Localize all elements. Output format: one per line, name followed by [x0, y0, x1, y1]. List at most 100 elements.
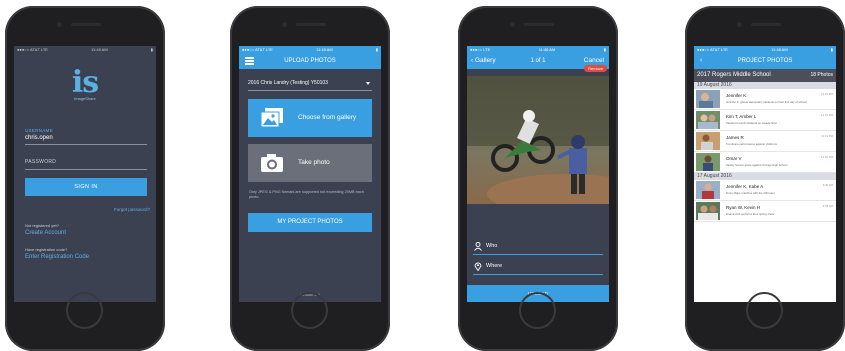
home-button[interactable] — [746, 292, 783, 329]
menu-icon[interactable] — [245, 57, 254, 65]
camera-dot — [737, 22, 742, 27]
photo-description: Student Council students on parade float — [726, 121, 777, 125]
take-photo-label: Take photo — [298, 159, 330, 166]
time-text: 11:48 AM — [771, 47, 788, 52]
back-to-gallery-button[interactable]: ‹ Gallery — [471, 53, 496, 69]
phone-login: ●●●○○ AT&T LTE 11:45 AM ▮ is ImageShare … — [5, 6, 165, 351]
list-item[interactable]: Kim T, Amber L Student Council students … — [694, 110, 836, 131]
who-label: Who — [486, 243, 498, 249]
list-item[interactable]: Jennifer K, Kabe A Drum Major marches wi… — [694, 180, 836, 201]
gallery-screen: ●●●○○ LTE 11:46 AM ▮ ‹ Gallery 1 of 1 Ca… — [467, 46, 609, 302]
home-button[interactable] — [66, 292, 103, 329]
take-photo-button[interactable]: Take photo — [248, 144, 372, 182]
time-text: 11:45 AM — [91, 47, 108, 52]
date-header: 17 August 2016 — [694, 173, 836, 180]
remove-button[interactable]: Remove — [584, 65, 607, 72]
photo-thumbnail — [696, 132, 720, 150]
carrier-text: ●●●○○ LTE — [470, 47, 491, 52]
gallery-icon — [260, 108, 283, 128]
battery-icon: ▮ — [830, 47, 833, 52]
photo-time: 12:01 PM — [821, 113, 833, 117]
photo-thumbnail — [696, 181, 720, 199]
camera-icon — [261, 154, 283, 172]
create-account-link[interactable]: Create Account — [25, 230, 66, 236]
list-item[interactable]: Omar V Varsity Soccer game against Orang… — [694, 152, 836, 173]
home-button[interactable] — [291, 292, 328, 329]
photo-thumbnail — [696, 153, 720, 171]
format-note: Only JPEG & PNG formats are supported no… — [249, 190, 364, 199]
upload-screen: ●●●○○ AT&T LTE 11:45 AM ▮ UPLOAD PHOTOS … — [239, 46, 381, 302]
home-button[interactable] — [519, 292, 556, 329]
status-bar: ●●●○○ AT&T LTE 11:48 AM ▮ — [694, 46, 836, 53]
project-select-value: 2016 Chris Landry (Testing) Y50103 — [248, 80, 328, 86]
photo-name: Kim T, Amber L — [726, 114, 757, 119]
back-label: Gallery — [474, 57, 496, 64]
username-underline — [25, 144, 147, 145]
photo-description: Drama club performs their spring show — [726, 212, 775, 216]
list-item[interactable]: James R Trombone performance against Uni… — [694, 131, 836, 152]
carrier-text: ●●●○○ AT&T LTE — [17, 47, 48, 52]
chevron-down-icon — [366, 82, 370, 85]
my-project-photos-button[interactable]: MY PROJECT PHOTOS — [248, 213, 372, 232]
have-code-text: Have registration code? — [25, 247, 68, 252]
password-field[interactable]: PASSWORD — [25, 159, 56, 165]
speaker-grille — [296, 23, 326, 26]
phone-project-photos: ●●●○○ AT&T LTE 11:48 AM ▮ ‹ PROJECT PHOT… — [685, 6, 845, 351]
selected-photo — [467, 76, 609, 204]
photo-name: Ryan W, Kevin H — [726, 205, 761, 210]
header-bar: UPLOAD PHOTOS — [239, 53, 381, 69]
school-header: 2017 Rogers Middle School 18 Photos — [694, 69, 836, 82]
photo-name: Omar V — [726, 156, 742, 161]
status-bar: ●●●○○ LTE 11:46 AM ▮ — [467, 46, 609, 53]
photo-thumbnail — [696, 111, 720, 129]
password-underline — [25, 169, 147, 170]
photo-time: 12:01 PM — [821, 92, 833, 96]
login-screen: ●●●○○ AT&T LTE 11:45 AM ▮ is ImageShare … — [14, 46, 156, 302]
photo-time: 12:00 PM — [821, 155, 833, 159]
photo-thumbnail — [696, 90, 720, 108]
logo-mark: is — [71, 65, 99, 100]
back-arrow-icon[interactable]: ‹ — [700, 53, 702, 69]
date-header: 19 August 2016 — [694, 82, 836, 89]
page-title: PROJECT PHOTOS — [737, 58, 793, 64]
photo-name: Jennifer K. — [726, 93, 748, 98]
camera-dot — [510, 22, 515, 27]
motocross-photo-image — [467, 76, 609, 204]
username-field[interactable]: chris.open — [25, 135, 53, 141]
enter-code-link[interactable]: Enter Registration Code — [25, 254, 89, 260]
camera-dot — [57, 22, 62, 27]
photo-description: Drum Major marches with the drill team — [726, 191, 775, 195]
battery-icon: ▮ — [150, 47, 153, 52]
app-logo: is ImageShare — [66, 65, 104, 102]
gallery-button-label: Choose from gallery — [298, 114, 357, 121]
list-item[interactable]: Ryan W, Kevin H Drama club performs thei… — [694, 201, 836, 222]
not-registered-text: Not registered yet? — [25, 223, 59, 228]
person-icon — [474, 242, 482, 251]
photo-counter: 1 of 1 — [530, 58, 546, 64]
where-field[interactable]: Where — [473, 258, 603, 275]
carrier-text: ●●●○○ AT&T LTE — [242, 47, 273, 52]
list-item[interactable]: Jennifer K. Jennifer K. greets elementar… — [694, 89, 836, 110]
location-pin-icon — [474, 262, 482, 271]
photo-description: Jennifer K. greets elementary students o… — [726, 100, 807, 104]
photo-description: Varsity Soccer game against Orange High … — [726, 163, 788, 167]
battery-icon: ▮ — [603, 47, 606, 52]
time-text: 11:46 AM — [538, 47, 556, 52]
forgot-password-link[interactable]: Forgot password? — [114, 207, 150, 212]
battery-icon: ▮ — [375, 47, 378, 52]
project-select[interactable]: 2016 Chris Landry (Testing) Y50103 — [248, 80, 372, 91]
who-field[interactable]: Who — [473, 238, 603, 255]
speaker-grille — [524, 23, 554, 26]
photo-name: James R — [726, 135, 744, 140]
photo-description: Trombone performance against Uniforms — [726, 142, 777, 146]
username-label: USERNAME — [25, 128, 53, 133]
photo-time: 12:01 PM — [821, 134, 833, 138]
photo-time: 9:40 AM — [822, 183, 833, 187]
status-bar: ●●●○○ AT&T LTE 11:45 AM ▮ — [239, 46, 381, 53]
photo-count: 18 Photos — [810, 72, 833, 78]
choose-gallery-button[interactable]: Choose from gallery — [248, 99, 372, 137]
sign-in-button[interactable]: SIGN IN — [25, 178, 147, 196]
photo-thumbnail — [696, 202, 720, 220]
phone-gallery: ●●●○○ LTE 11:46 AM ▮ ‹ Gallery 1 of 1 Ca… — [458, 6, 618, 351]
camera-dot — [282, 22, 287, 27]
